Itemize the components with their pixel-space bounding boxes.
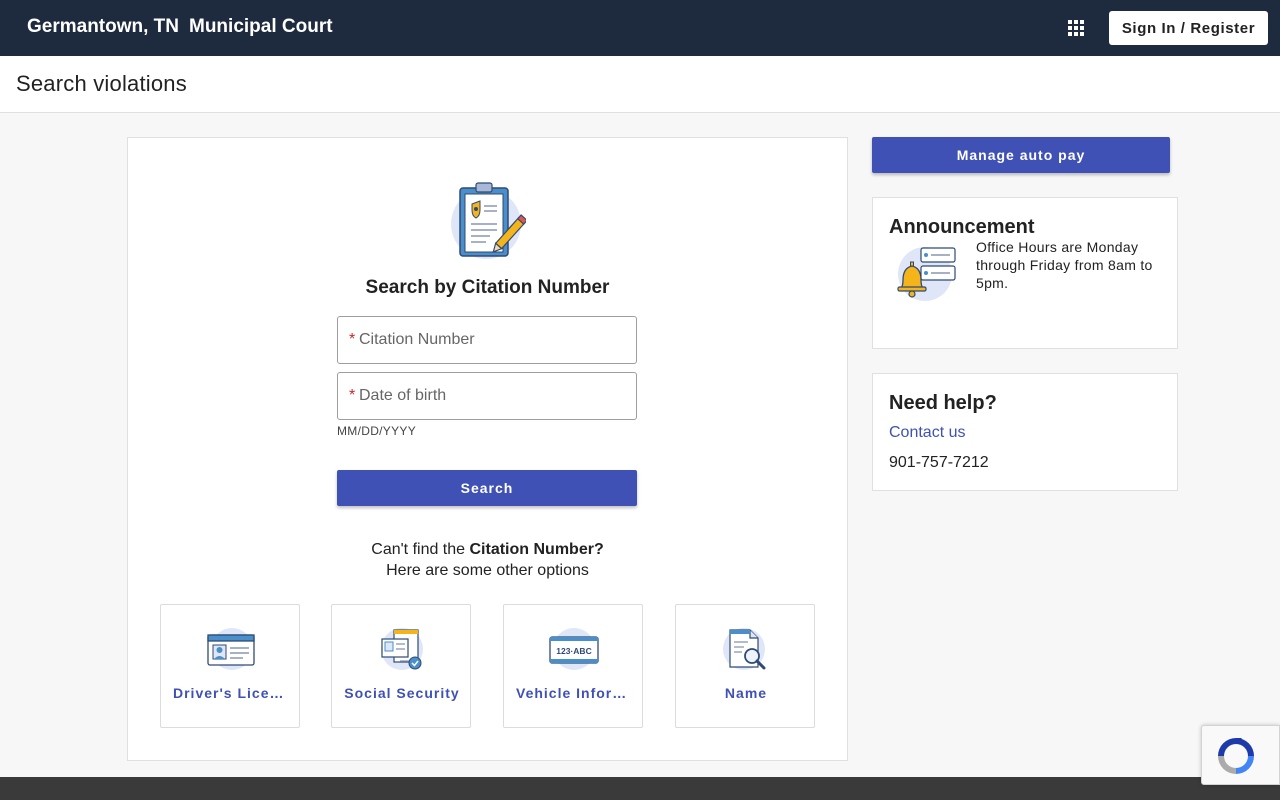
other-options-subtitle: Here are some other options xyxy=(386,562,589,579)
sign-in-register-button[interactable]: Sign In / Register xyxy=(1109,11,1268,45)
clipboard-pencil-icon xyxy=(451,182,526,259)
vehicle-plate-icon: 123·ABC xyxy=(549,628,599,670)
need-help-card: Need help? Contact us 901-757-7212 xyxy=(872,373,1178,491)
search-button[interactable]: Search xyxy=(337,470,637,506)
phone-number: 901-757-7212 xyxy=(889,454,989,471)
search-title: Search by Citation Number xyxy=(365,277,610,298)
footer-bar xyxy=(0,777,1280,800)
recaptcha-badge[interactable] xyxy=(1201,725,1280,785)
page-title: Search violations xyxy=(16,71,187,96)
cant-find-bold: Citation Number? xyxy=(469,541,604,558)
top-app-bar: Germantown, TN Municipal Court Sign In /… xyxy=(0,0,1280,56)
grid-apps-icon[interactable] xyxy=(1066,18,1086,38)
social-security-icon xyxy=(381,628,423,670)
page-header: Search violations xyxy=(0,56,1280,113)
option-label: Vehicle Information xyxy=(516,685,632,701)
brand-court-name[interactable]: Municipal Court xyxy=(189,16,333,38)
citation-search-card: Search by Citation Number * * MM/DD/YYYY… xyxy=(127,137,848,761)
brand-city[interactable]: Germantown, TN xyxy=(27,16,179,38)
option-name[interactable]: Name xyxy=(675,604,815,728)
date-format-hint: MM/DD/YYYY xyxy=(337,424,417,438)
drivers-license-icon xyxy=(207,628,255,670)
announcement-title: Announcement xyxy=(889,216,1035,238)
contact-us-link[interactable]: Contact us xyxy=(889,424,965,442)
announcement-text: Office Hours are Monday through Friday f… xyxy=(976,239,1153,291)
cant-find-prefix: Can't find the xyxy=(371,541,470,558)
citation-number-input[interactable] xyxy=(359,318,629,362)
manage-auto-pay-button[interactable]: Manage auto pay xyxy=(872,137,1170,173)
option-label: Name xyxy=(724,685,768,701)
other-options-text: Can't find the Citation Number? Here are… xyxy=(128,539,847,581)
option-social-security[interactable]: Social Security xyxy=(331,604,471,728)
recaptcha-icon xyxy=(1218,738,1254,774)
option-label: Driver's License xyxy=(173,685,289,701)
need-help-title: Need help? xyxy=(889,392,997,414)
required-marker: * xyxy=(349,331,356,348)
announcement-card: Announcement Office Hours are Monday thr… xyxy=(872,197,1178,349)
date-of-birth-field[interactable]: * xyxy=(337,372,637,420)
name-search-icon xyxy=(723,628,766,670)
option-vehicle-information[interactable]: 123·ABC Vehicle Information xyxy=(503,604,643,728)
option-drivers-license[interactable]: Driver's License xyxy=(160,604,300,728)
required-marker: * xyxy=(349,387,356,404)
svg-text:123·ABC: 123·ABC xyxy=(556,646,591,656)
date-of-birth-input[interactable] xyxy=(359,374,629,418)
option-label: Social Security xyxy=(344,685,460,701)
bell-icon xyxy=(897,247,956,301)
citation-number-field[interactable]: * xyxy=(337,316,637,364)
